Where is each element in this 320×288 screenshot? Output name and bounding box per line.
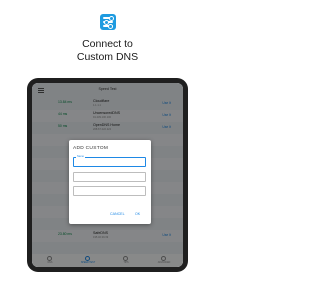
- cancel-button[interactable]: CANCEL: [110, 212, 125, 216]
- add-custom-dialog: ADD CUSTOM Name CANCEL OK: [69, 140, 151, 224]
- name-field-label: Name: [76, 155, 85, 158]
- app-logo-icon: [100, 14, 116, 30]
- tablet-screen: Speed Test 13.84 ms Cloudflare 1.1.1.1 U…: [32, 83, 183, 267]
- name-field[interactable]: Name: [73, 155, 146, 167]
- tablet-frame: Speed Test 13.84 ms Cloudflare 1.1.1.1 U…: [27, 78, 188, 272]
- dialog-title: ADD CUSTOM: [73, 146, 109, 151]
- dns-address-field-1[interactable]: [73, 172, 146, 182]
- ok-button[interactable]: OK: [135, 212, 140, 216]
- headline-line-2: Custom DNS: [76, 51, 139, 63]
- dns-address-field-2[interactable]: [73, 186, 146, 196]
- headline-line-1: Connect to: [82, 38, 133, 50]
